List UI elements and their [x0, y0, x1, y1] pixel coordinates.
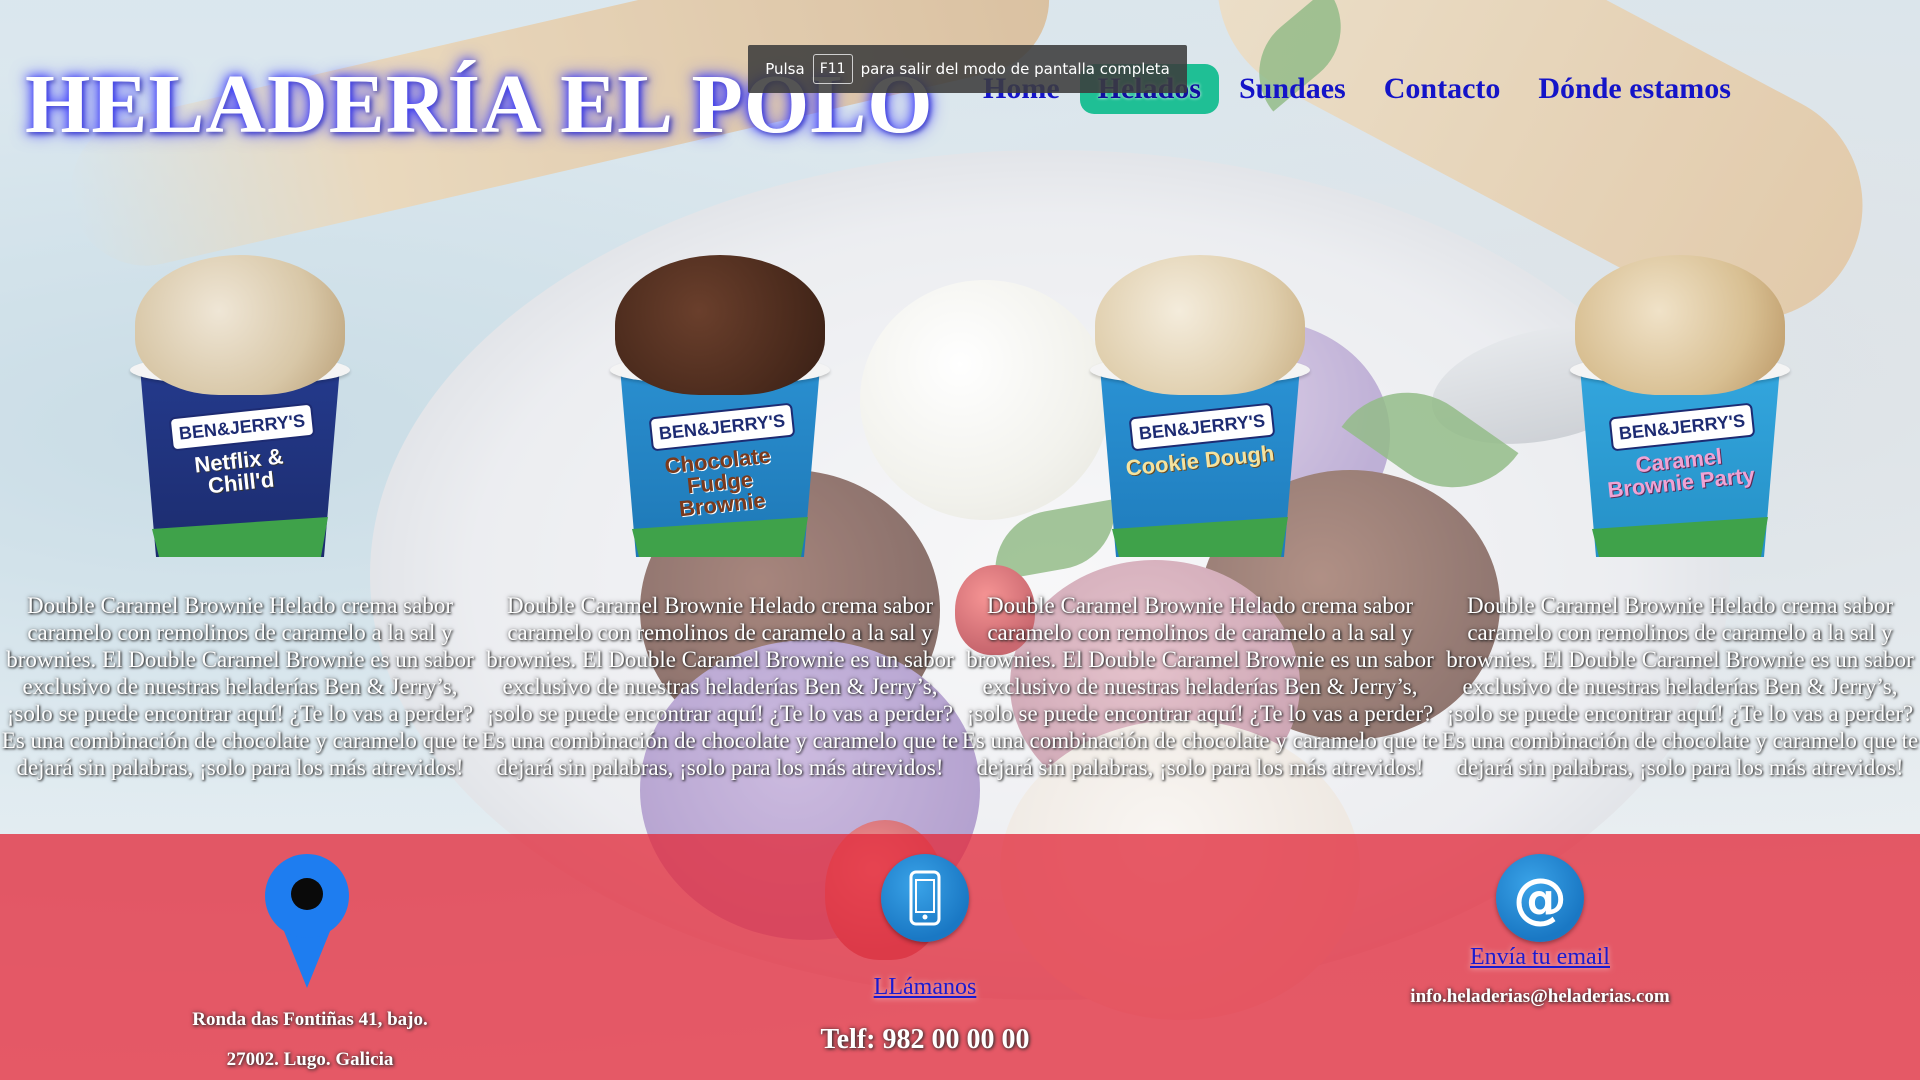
- address-line1: Ronda das Fontiñas 41, bajo.: [192, 1009, 428, 1030]
- smartphone-icon[interactable]: [881, 854, 969, 942]
- f11-key: F11: [812, 54, 853, 84]
- ice-cream-tub-image: BEN&JERRY'S Caramel Brownie Party: [1570, 255, 1790, 557]
- product-card: BEN&JERRY'S Caramel Brownie Party Double…: [1440, 240, 1920, 820]
- toast-text-before: Pulsa: [765, 60, 805, 78]
- phone-number: Telf: 982 00 00 00: [820, 1024, 1030, 1055]
- nav-contacto[interactable]: Contacto: [1366, 64, 1519, 114]
- address-line2: 27002. Lugo. Galicia: [226, 1049, 394, 1070]
- ice-cream-tub-image: BEN&JERRY'S Chocolate Fudge Brownie: [610, 255, 830, 557]
- product-card: BEN&JERRY'S Chocolate Fudge Brownie Doub…: [480, 240, 960, 820]
- ice-cream-tub-image: BEN&JERRY'S Netflix & Chill'd: [130, 255, 350, 557]
- call-link[interactable]: LLámanos: [765, 974, 1085, 1001]
- email-address: info.heladerias@heladerias.com: [1410, 986, 1670, 1007]
- email-link[interactable]: Envía tu email: [1380, 944, 1700, 971]
- ice-cream-tub-image: BEN&JERRY'S Cookie Dough: [1090, 255, 1310, 557]
- at-sign-icon[interactable]: @: [1496, 854, 1584, 942]
- product-card: BEN&JERRY'S Cookie Dough Double Caramel …: [960, 240, 1440, 820]
- nav-donde-estamos[interactable]: Dónde estamos: [1520, 64, 1749, 114]
- toast-text-after: para salir del modo de pantalla completa: [860, 60, 1170, 78]
- nav-sundaes[interactable]: Sundaes: [1221, 64, 1364, 114]
- product-grid: BEN&JERRY'S Netflix & Chill'd Double Car…: [0, 240, 1920, 820]
- fullscreen-notice: Pulsa F11 para salir del modo de pantall…: [748, 45, 1187, 93]
- product-card: BEN&JERRY'S Netflix & Chill'd Double Car…: [0, 240, 480, 820]
- product-description: Double Caramel Brownie Helado crema sabo…: [1441, 593, 1919, 780]
- product-description: Double Caramel Brownie Helado crema sabo…: [481, 593, 959, 780]
- map-pin-icon[interactable]: [265, 854, 349, 988]
- product-description: Double Caramel Brownie Helado crema sabo…: [1, 593, 479, 780]
- product-description: Double Caramel Brownie Helado crema sabo…: [961, 593, 1439, 780]
- footer: Ronda das Fontiñas 41, bajo. 27002. Lugo…: [0, 834, 1920, 1080]
